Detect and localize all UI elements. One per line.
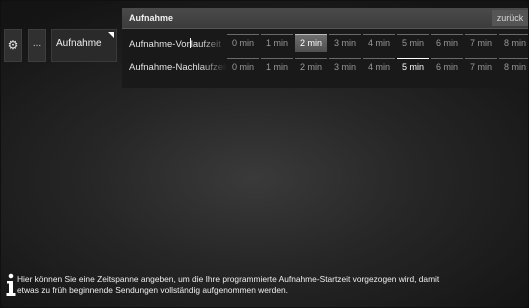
option-vorlauf-1[interactable]: 1 min — [261, 34, 293, 52]
option-vorlauf-8[interactable]: 8 min — [499, 34, 528, 52]
more-button[interactable]: ... — [28, 29, 46, 62]
option-nachlauf-2[interactable]: 2 min — [295, 58, 327, 76]
option-nachlauf-7[interactable]: 7 min — [465, 58, 497, 76]
setting-row-nachlaufzeit[interactable]: Aufnahme-Nachlaufzeit 0 min 1 min 2 min … — [122, 58, 528, 78]
option-nachlauf-8[interactable]: 8 min — [499, 58, 528, 76]
option-list-nachlaufzeit: 0 min 1 min 2 min 3 min 4 min 5 min 6 mi… — [227, 58, 528, 78]
option-vorlauf-0[interactable]: 0 min — [227, 34, 259, 52]
help-text-line-2: etwas zu früh beginnende Sendungen volls… — [17, 284, 288, 295]
setting-row-vorlaufzeit[interactable]: Aufnahme-Vorlaufzeit 0 min 1 min 2 min 3… — [122, 34, 528, 54]
settings-button[interactable]: ⚙ — [4, 29, 22, 62]
setting-label-nachlaufzeit: Aufnahme-Nachlaufzeit — [129, 62, 227, 73]
more-label: ... — [32, 38, 42, 49]
option-vorlauf-7[interactable]: 7 min — [465, 34, 497, 52]
option-vorlauf-5[interactable]: 5 min — [397, 34, 429, 52]
menu-item-aufnahme[interactable]: Aufnahme — [51, 29, 117, 62]
option-nachlauf-0[interactable]: 0 min — [227, 58, 259, 76]
option-nachlauf-4[interactable]: 4 min — [363, 58, 395, 76]
panel-body: Aufnahme-Vorlaufzeit 0 min 1 min 2 min 3… — [122, 29, 528, 88]
info-icon — [6, 273, 16, 296]
menu-item-aufnahme-label: Aufnahme — [56, 38, 102, 49]
corner-indicator-icon — [108, 32, 114, 38]
option-vorlauf-4[interactable]: 4 min — [363, 34, 395, 52]
option-nachlauf-1[interactable]: 1 min — [261, 58, 293, 76]
panel-header: Aufnahme zurück — [122, 8, 528, 29]
option-list-vorlaufzeit: 0 min 1 min 2 min 3 min 4 min 5 min 6 mi… — [227, 34, 528, 54]
back-button[interactable]: zurück — [492, 10, 528, 26]
setting-label-vorlaufzeit: Aufnahme-Vorlaufzeit — [129, 38, 227, 50]
help-text-line-1: Hier können Sie eine Zeitspanne angeben,… — [17, 274, 440, 284]
option-nachlauf-3[interactable]: 3 min — [329, 58, 361, 76]
tv-menu-screen: ⚙ ... Aufnahme Aufnahme zurück Aufnahme-… — [1, 1, 528, 307]
option-nachlauf-5-selected[interactable]: 5 min — [397, 58, 429, 76]
setting-label-vorlaufzeit-part1: Aufnahme-Vor — [129, 39, 190, 50]
setting-label-vorlaufzeit-part2: laufzeit — [190, 39, 221, 50]
help-footer: Hier können Sie eine Zeitspanne angeben,… — [4, 271, 522, 305]
help-text: Hier können Sie eine Zeitspanne angeben,… — [17, 274, 517, 295]
panel-title: Aufnahme — [129, 13, 174, 23]
option-vorlauf-6[interactable]: 6 min — [431, 34, 463, 52]
option-vorlauf-2-selected[interactable]: 2 min — [295, 34, 327, 52]
option-vorlauf-3[interactable]: 3 min — [329, 34, 361, 52]
option-nachlauf-6[interactable]: 6 min — [431, 58, 463, 76]
gear-icon: ⚙ — [7, 38, 19, 52]
